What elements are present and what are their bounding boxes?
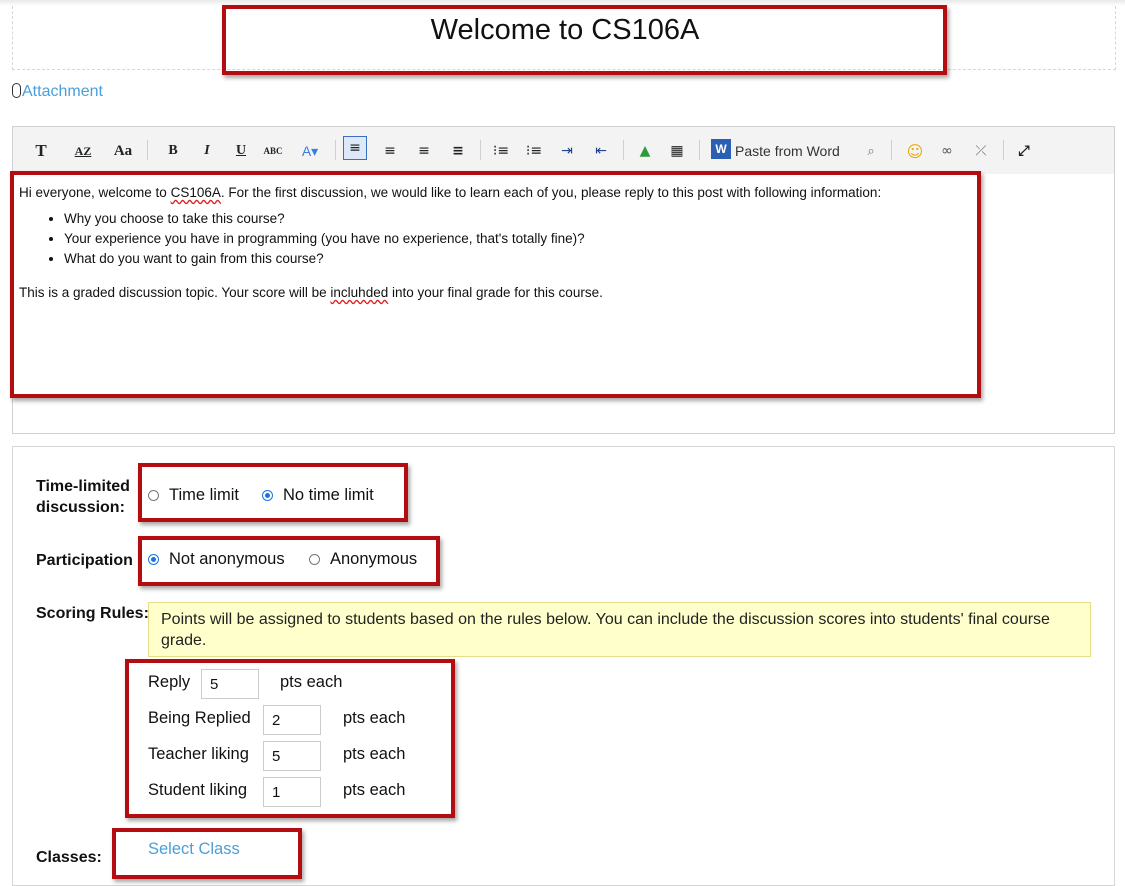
toolbar-separator (335, 140, 336, 160)
editor-content[interactable]: Hi everyone, welcome to CS106A. For the … (19, 183, 969, 303)
rule-unit: pts each (343, 745, 406, 763)
footer-text: This is a graded discussion topic. Your … (19, 285, 331, 300)
student-liking-points-input[interactable] (263, 777, 321, 807)
anonymous-radio[interactable]: Anonymous (309, 550, 417, 569)
no-time-limit-label: No time limit (283, 486, 374, 504)
not-anonymous-radio[interactable]: Not anonymous (148, 550, 285, 569)
attachment-label[interactable]: Attachment (22, 83, 103, 100)
time-limit-radio[interactable]: Time limit (148, 486, 239, 505)
preview-icon[interactable]: ⌕ (861, 140, 881, 162)
toolbar-separator (480, 140, 481, 160)
intro-text: Hi everyone, welcome to (19, 185, 171, 200)
paste-from-word-button[interactable]: Paste from Word (735, 140, 840, 162)
being-replied-points-input[interactable] (263, 705, 321, 735)
bold-icon[interactable]: B (163, 140, 183, 162)
image-icon[interactable]: ▲ (635, 140, 655, 162)
footer-text-end: into your final grade for this course. (388, 285, 603, 300)
bullet-list-icon[interactable]: ⁝≡ (524, 140, 544, 162)
rule-unit: pts each (343, 709, 406, 727)
scoring-rules-label: Scoring Rules: (36, 605, 149, 622)
rule-label-being-replied: Being Replied (148, 709, 251, 727)
no-time-limit-radio[interactable]: No time limit (262, 486, 374, 505)
table-icon[interactable]: ▦ (667, 140, 687, 162)
list-item: Your experience you have in programming … (64, 229, 969, 249)
select-class-link[interactable]: Select Class (148, 840, 240, 859)
attachment-link[interactable]: Attachment (12, 83, 103, 101)
unlink-icon[interactable]: ⤫ (971, 140, 991, 162)
reply-points-input[interactable] (201, 669, 259, 699)
toolbar-separator (147, 140, 148, 160)
toolbar-separator (891, 140, 892, 160)
editor-toolbar: T AZ Aa B I U ABC A▾ ≡ ≡ ≡ ≡ ⁝≡ ⁝≡ ⇥ ⇤ ▲… (13, 127, 1114, 174)
misspelled-word: incluhded (330, 285, 389, 300)
paste-word-icon[interactable]: W (711, 139, 731, 159)
italic-icon[interactable]: I (197, 140, 217, 162)
teacher-liking-points-input[interactable] (263, 741, 321, 771)
emoji-icon[interactable]: ☺ (905, 140, 925, 162)
time-limit-label: Time limit (169, 486, 239, 504)
course-name: CS106A (170, 185, 221, 200)
discussion-settings (12, 446, 1115, 886)
editor-intro: Hi everyone, welcome to CS106A. For the … (19, 183, 969, 203)
underline-icon[interactable]: U (231, 140, 251, 162)
ordered-list-icon[interactable]: ⁝≡ (491, 140, 511, 162)
radio-icon[interactable] (309, 554, 320, 565)
rule-unit: pts each (280, 673, 343, 691)
participation-label: Participation (36, 552, 133, 569)
not-anonymous-label: Not anonymous (169, 550, 285, 568)
indent-icon[interactable]: ⇥ (557, 140, 577, 162)
list-item: What do you want to gain from this cours… (64, 249, 969, 269)
toolbar-separator (1003, 140, 1004, 160)
radio-checked-icon[interactable] (148, 554, 159, 565)
fullscreen-icon[interactable]: ⤢ (1014, 140, 1034, 162)
font-case-icon[interactable]: AZ (73, 140, 93, 162)
classes-label: Classes: (36, 849, 102, 866)
link-icon[interactable]: ∞ (937, 140, 957, 162)
rule-label-student-liking: Student liking (148, 781, 248, 799)
align-justify-icon[interactable]: ≡ (448, 140, 468, 162)
editor-footer: This is a graded discussion topic. Your … (19, 283, 969, 303)
align-right-icon[interactable]: ≡ (414, 140, 434, 162)
align-center-icon[interactable]: ≡ (380, 140, 400, 162)
toolbar-separator (699, 140, 700, 160)
font-color-icon[interactable]: A▾ (300, 140, 320, 162)
font-size-icon[interactable]: Aa (113, 140, 133, 162)
anonymous-label: Anonymous (330, 550, 418, 568)
align-left-icon[interactable]: ≡ (343, 136, 367, 160)
intro-text-end: . For the first discussion, we would lik… (220, 185, 882, 200)
radio-icon[interactable] (148, 490, 159, 501)
rule-unit: pts each (343, 781, 406, 799)
scoring-notice: Points will be assigned to students base… (148, 602, 1091, 657)
rule-label-reply: Reply (148, 673, 191, 691)
radio-checked-icon[interactable] (262, 490, 273, 501)
outdent-icon[interactable]: ⇤ (591, 140, 611, 162)
list-item: Why you choose to take this course? (64, 209, 969, 229)
page-title[interactable]: Welcome to CS106A (0, 14, 1125, 47)
time-limited-label: Time-limited discussion: (36, 478, 130, 516)
font-style-icon[interactable]: T (31, 140, 51, 162)
rule-label-teacher-liking: Teacher liking (148, 745, 249, 763)
toolbar-separator (623, 140, 624, 160)
strikethrough-icon[interactable]: ABC (263, 140, 283, 162)
paperclip-icon (12, 83, 21, 98)
question-list: Why you choose to take this course? Your… (19, 209, 969, 269)
